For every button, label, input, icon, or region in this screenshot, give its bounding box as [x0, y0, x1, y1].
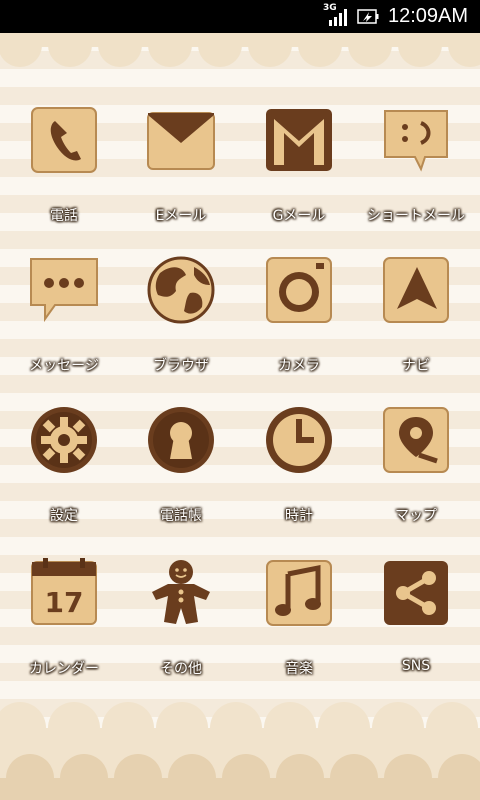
app-phone[interactable]: 電話 — [5, 105, 123, 235]
top-scallop-border — [0, 33, 480, 67]
signal-icon — [329, 9, 347, 26]
app-label: マップ — [395, 508, 437, 524]
clock-icon — [266, 407, 332, 473]
app-navi[interactable]: ナビ — [357, 255, 475, 385]
app-label: ナビ — [402, 358, 430, 374]
app-label: 時計 — [285, 508, 313, 524]
message-bubble-icon — [30, 258, 98, 323]
app-calendar[interactable]: 17 カレンダー — [5, 558, 123, 688]
app-label: 電話 — [50, 208, 78, 224]
app-sns[interactable]: SNS — [357, 558, 475, 688]
calendar-icon: 17 — [31, 558, 97, 625]
app-contacts[interactable]: 電話帳 — [122, 405, 240, 535]
app-label: メッセージ — [29, 358, 99, 374]
app-label: ブラウザ — [153, 358, 209, 374]
app-label: その他 — [160, 661, 202, 677]
app-gmail[interactable]: Gメール — [240, 105, 358, 235]
status-clock: 12:09AM — [388, 5, 469, 27]
calendar-day-text: 17 — [45, 586, 84, 619]
app-label: Eメール — [155, 208, 207, 224]
app-label: SNS — [401, 658, 431, 674]
app-camera[interactable]: カメラ — [240, 255, 358, 385]
app-sms[interactable]: ショートメール — [357, 105, 475, 235]
app-label: 電話帳 — [160, 508, 202, 524]
email-icon — [147, 112, 215, 170]
share-icon — [384, 561, 448, 625]
app-label: 設定 — [50, 508, 78, 524]
sms-smile-icon — [384, 110, 448, 172]
gmail-icon — [266, 109, 332, 171]
gear-icon — [31, 407, 97, 473]
app-others[interactable]: その他 — [122, 558, 240, 688]
contacts-keyhole-icon — [148, 407, 214, 473]
battery-icon — [357, 9, 379, 24]
music-note-icon — [266, 560, 332, 626]
app-map[interactable]: マップ — [357, 405, 475, 535]
bottom-scallop-border — [0, 702, 480, 800]
app-label: カメラ — [278, 358, 320, 374]
navigation-arrow-icon — [383, 257, 449, 323]
app-label: カレンダー — [29, 661, 99, 677]
phone-icon — [31, 107, 97, 173]
app-message[interactable]: メッセージ — [5, 255, 123, 385]
app-browser[interactable]: ブラウザ — [122, 255, 240, 385]
app-label: ショートメール — [367, 208, 465, 224]
gingerbread-man-icon — [152, 560, 210, 624]
status-bar: 3G 12:09AM — [0, 0, 480, 33]
app-label: Gメール — [272, 208, 326, 224]
map-pin-icon — [383, 407, 449, 473]
camera-icon — [266, 257, 332, 323]
app-email[interactable]: Eメール — [122, 105, 240, 235]
app-label: 音楽 — [285, 661, 313, 677]
app-clock[interactable]: 時計 — [240, 405, 358, 535]
app-settings[interactable]: 設定 — [5, 405, 123, 535]
app-music[interactable]: 音楽 — [240, 558, 358, 688]
globe-icon — [147, 256, 215, 324]
